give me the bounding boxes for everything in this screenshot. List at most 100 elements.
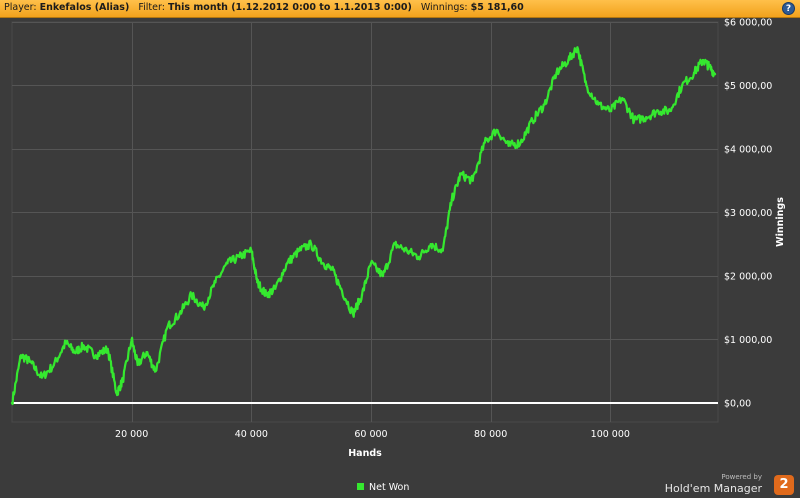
- net-won-point: [701, 58, 705, 62]
- net-won-point: [483, 141, 486, 144]
- report-header-bar: Player: Enkefalos (Alias) Filter: This m…: [0, 0, 800, 18]
- net-won-point: [459, 173, 462, 176]
- winnings-value: $5 181,60: [470, 2, 524, 13]
- net-won-point: [226, 262, 229, 265]
- y-tick-label: $1 000,00: [724, 335, 772, 346]
- net-won-point: [136, 363, 139, 367]
- y-axis-title: Winnings: [775, 197, 786, 247]
- y-axis-ticks: $0,00 $1 000,00 $2 000,00 $3 000,00 $4 000,0…: [724, 18, 772, 409]
- plot-frame: [11, 21, 719, 423]
- y-tick-label: $5 000,00: [724, 81, 772, 92]
- product-name: Hold'em Manager: [664, 482, 762, 495]
- filter-value: This month (1.12.2012 0:00 to 1.1.2013 0…: [167, 2, 412, 13]
- net-won-point: [360, 293, 364, 297]
- player-name: Enkefalos (Alias): [39, 2, 130, 13]
- report-filter-summary: Player: Enkefalos (Alias) Filter: This m…: [4, 2, 524, 13]
- net-won-point: [286, 262, 289, 265]
- net-won-point: [531, 119, 534, 122]
- net-won-point: [450, 198, 453, 201]
- net-won-point: [495, 128, 498, 132]
- net-won-point: [265, 293, 268, 297]
- net-won-point: [214, 281, 217, 284]
- net-won-point: [393, 243, 397, 246]
- net-won-point: [321, 262, 325, 265]
- net-won-point: [543, 103, 546, 106]
- x-tick-label: 100 000: [591, 429, 630, 440]
- net-won-point: [115, 392, 118, 395]
- net-won-point: [10, 401, 14, 405]
- y-tick-label: $6 000,00: [724, 18, 772, 29]
- grid-lines: [11, 21, 719, 423]
- y-tick-label: $0,00: [724, 398, 751, 409]
- net-won-point: [441, 249, 444, 252]
- net-won-point: [121, 379, 124, 382]
- net-won-point: [19, 354, 23, 357]
- net-won-point: [310, 243, 313, 246]
- legend-swatch-net-won: [357, 483, 364, 490]
- net-won-point: [633, 119, 636, 122]
- net-won-point: [202, 306, 205, 309]
- net-won-point: [256, 281, 259, 284]
- x-tick-label: 20 000: [115, 429, 148, 440]
- net-won-point: [154, 370, 157, 373]
- x-tick-label: 40 000: [235, 429, 268, 440]
- net-won-point: [597, 103, 600, 106]
- y-tick-label: $4 000,00: [724, 144, 772, 155]
- net-won-point: [94, 354, 98, 357]
- x-tick-label: 60 000: [354, 429, 387, 440]
- net-won-point: [707, 65, 711, 68]
- net-won-point: [621, 97, 624, 100]
- net-won-point: [555, 71, 558, 74]
- net-won-point: [130, 338, 133, 341]
- net-won-point: [82, 344, 86, 347]
- net-won-point: [417, 255, 420, 259]
- net-won-point: [339, 287, 343, 290]
- y-tick-label: $3 000,00: [724, 208, 772, 219]
- net-won-point: [381, 274, 385, 278]
- y-tick-label: $2 000,00: [724, 271, 772, 282]
- net-won-point: [330, 268, 334, 271]
- net-won-point: [73, 351, 77, 354]
- powered-by-text: Powered by: [721, 473, 762, 481]
- net-won-point: [519, 141, 522, 144]
- net-won-point: [351, 312, 355, 316]
- net-won-point: [507, 144, 510, 147]
- net-won-point: [657, 109, 660, 113]
- net-won-point: [250, 249, 253, 252]
- net-won-point: [106, 347, 109, 351]
- net-won-point: [274, 287, 277, 290]
- chart-legend: Net Won: [357, 482, 409, 493]
- net-won-point: [40, 376, 44, 379]
- net-won-point: [713, 72, 717, 76]
- net-won-point: [369, 262, 373, 265]
- net-won-point: [692, 71, 696, 74]
- version-badge-icon: 2: [774, 475, 794, 495]
- x-axis-title: Hands: [348, 448, 382, 459]
- net-won-point: [166, 325, 169, 328]
- winnings-chart: 20 000 40 000 60 000 80 000 100 000 $0,00 $1 …: [10, 18, 786, 459]
- net-won-point: [145, 351, 148, 354]
- net-won-point: [190, 293, 193, 297]
- net-won-point: [471, 179, 474, 182]
- x-axis-ticks: 20 000 40 000 60 000 80 000 100 000: [115, 429, 630, 440]
- net-won-point: [298, 249, 301, 252]
- net-won-point: [585, 84, 588, 87]
- net-won-point: [405, 249, 409, 252]
- filter-label: Filter:: [138, 2, 165, 13]
- net-won-point: [238, 255, 241, 259]
- net-won-point: [609, 109, 612, 113]
- net-won-point: [567, 58, 570, 62]
- brand-logo: Powered by Hold'em Manager 2: [654, 473, 794, 495]
- player-label: Player:: [4, 2, 37, 13]
- winnings-label: Winnings:: [420, 2, 468, 13]
- net-won-point: [64, 341, 68, 344]
- net-won-point: [52, 363, 56, 367]
- net-won-point: [429, 243, 432, 246]
- net-won-point: [680, 84, 684, 87]
- legend-label-net-won: Net Won: [369, 482, 410, 493]
- net-won-point: [668, 109, 672, 113]
- net-won-line: [11, 46, 716, 406]
- net-won-point: [576, 46, 579, 49]
- help-icon[interactable]: ?: [782, 2, 795, 15]
- net-won-point: [645, 116, 648, 119]
